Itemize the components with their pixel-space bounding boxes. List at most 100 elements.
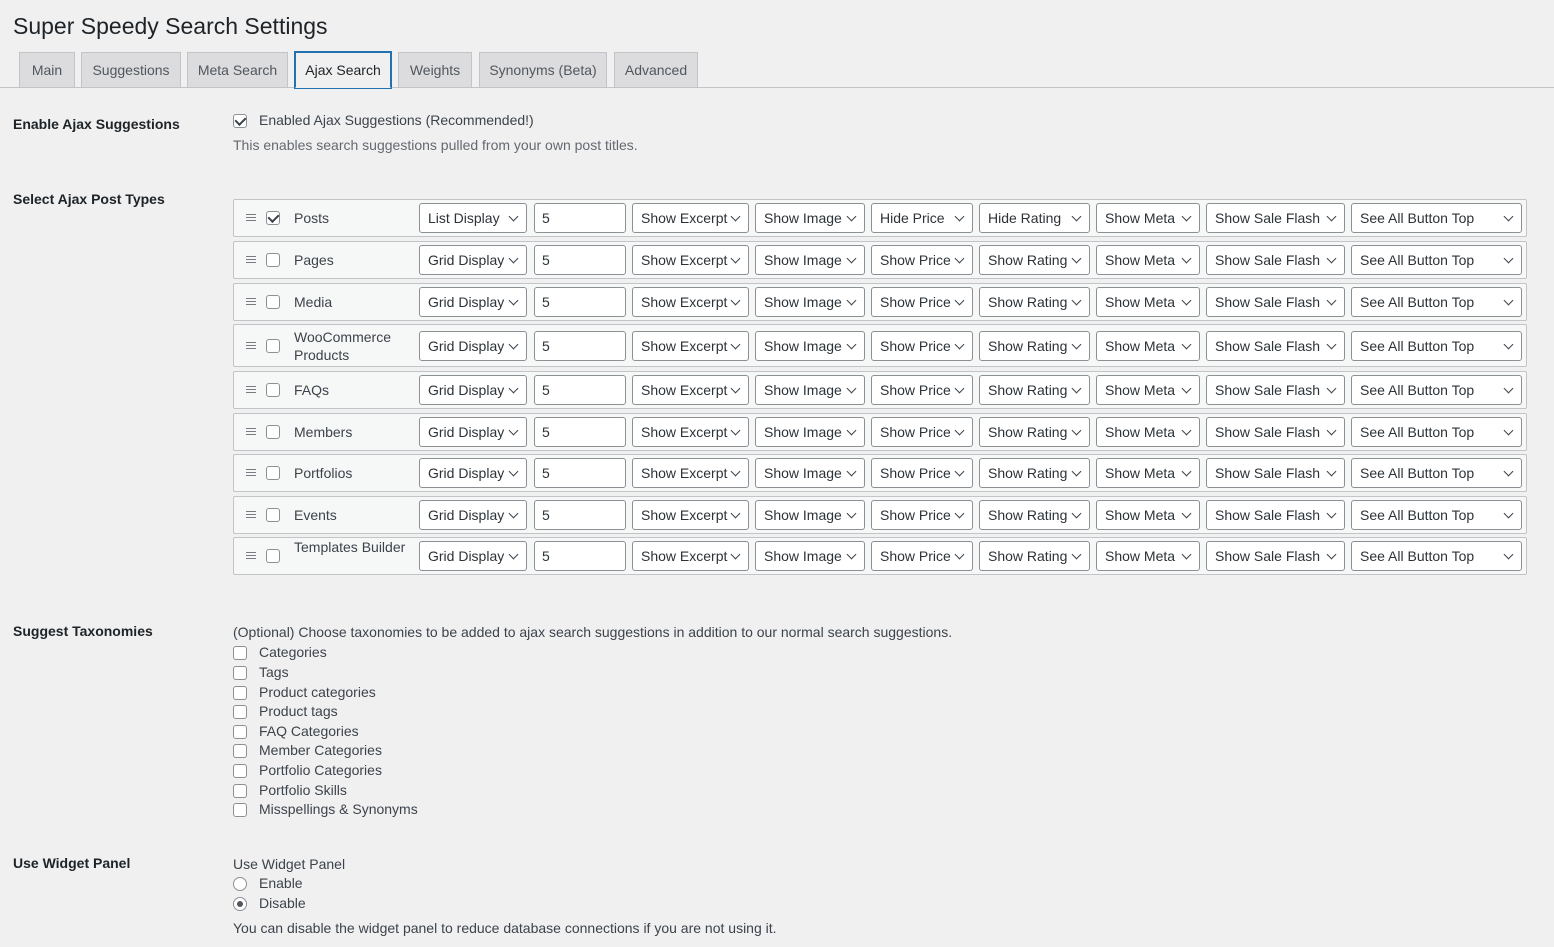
count-input[interactable]: 5 bbox=[534, 458, 626, 488]
post-type-checkbox[interactable] bbox=[266, 338, 280, 353]
widget-panel-enable-option[interactable]: Enable bbox=[233, 875, 303, 892]
sale-flash-select[interactable]: Show Sale Flash bbox=[1206, 330, 1345, 361]
taxonomy-option[interactable]: Product tags bbox=[233, 703, 338, 720]
rating-select[interactable]: Show Rating bbox=[979, 541, 1090, 571]
display-select[interactable]: List Display bbox=[419, 203, 527, 233]
enable-ajax-checkbox[interactable] bbox=[233, 114, 247, 129]
image-select[interactable]: Show Image bbox=[755, 458, 865, 488]
sale-flash-select[interactable]: Show Sale Flash bbox=[1206, 203, 1345, 233]
price-select[interactable]: Show Price bbox=[871, 330, 973, 361]
post-type-checkbox[interactable] bbox=[266, 211, 280, 225]
taxonomy-option[interactable]: Categories bbox=[233, 644, 327, 661]
drag-handle-icon[interactable] bbox=[246, 469, 256, 477]
rating-select[interactable]: Show Rating bbox=[979, 375, 1090, 405]
see-all-select[interactable]: See All Button Top bbox=[1351, 417, 1522, 447]
tab-meta-search[interactable]: Meta Search bbox=[187, 52, 288, 87]
tab-main[interactable]: Main bbox=[19, 52, 75, 87]
count-input[interactable]: 5 bbox=[534, 203, 626, 233]
widget-panel-enable-radio[interactable] bbox=[233, 877, 247, 892]
taxonomy-option[interactable]: Product categories bbox=[233, 684, 376, 701]
see-all-select[interactable]: See All Button Top bbox=[1351, 458, 1522, 488]
display-select[interactable]: Grid Display bbox=[419, 287, 527, 317]
rating-select[interactable]: Show Rating bbox=[979, 458, 1090, 488]
count-input[interactable]: 5 bbox=[534, 417, 626, 447]
sale-flash-select[interactable]: Show Sale Flash bbox=[1206, 541, 1345, 571]
rating-select[interactable]: Show Rating bbox=[979, 287, 1090, 317]
meta-select[interactable]: Show Meta bbox=[1096, 417, 1200, 447]
count-input[interactable]: 5 bbox=[534, 375, 626, 405]
post-type-checkbox[interactable] bbox=[266, 425, 280, 439]
price-select[interactable]: Show Price bbox=[871, 500, 973, 530]
drag-handle-icon[interactable] bbox=[246, 256, 256, 264]
count-input[interactable]: 5 bbox=[534, 330, 626, 361]
meta-select[interactable]: Show Meta bbox=[1096, 245, 1200, 275]
taxonomy-option[interactable]: FAQ Categories bbox=[233, 723, 359, 740]
post-type-checkbox[interactable] bbox=[266, 253, 280, 267]
display-select[interactable]: Grid Display bbox=[419, 245, 527, 275]
taxonomy-checkbox[interactable] bbox=[233, 764, 247, 779]
see-all-select[interactable]: See All Button Top bbox=[1351, 541, 1522, 571]
image-select[interactable]: Show Image bbox=[755, 375, 865, 405]
tab-synonyms[interactable]: Synonyms (Beta) bbox=[479, 52, 607, 87]
post-type-checkbox[interactable] bbox=[266, 508, 280, 522]
tab-ajax-search[interactable]: Ajax Search bbox=[295, 52, 391, 88]
taxonomy-checkbox[interactable] bbox=[233, 803, 247, 818]
enable-ajax-option[interactable]: Enabled Ajax Suggestions (Recommended!) bbox=[233, 112, 534, 129]
sale-flash-select[interactable]: Show Sale Flash bbox=[1206, 458, 1345, 488]
taxonomy-checkbox[interactable] bbox=[233, 646, 247, 661]
image-select[interactable]: Show Image bbox=[755, 245, 865, 275]
see-all-select[interactable]: See All Button Top bbox=[1351, 500, 1522, 530]
sale-flash-select[interactable]: Show Sale Flash bbox=[1206, 245, 1345, 275]
see-all-select[interactable]: See All Button Top bbox=[1351, 375, 1522, 405]
meta-select[interactable]: Show Meta bbox=[1096, 458, 1200, 488]
taxonomy-checkbox[interactable] bbox=[233, 666, 247, 681]
excerpt-select[interactable]: Show Excerpt bbox=[632, 203, 749, 233]
sale-flash-select[interactable]: Show Sale Flash bbox=[1206, 417, 1345, 447]
count-input[interactable]: 5 bbox=[534, 245, 626, 275]
rating-select[interactable]: Show Rating bbox=[979, 500, 1090, 530]
excerpt-select[interactable]: Show Excerpt bbox=[632, 541, 749, 571]
price-select[interactable]: Show Price bbox=[871, 541, 973, 571]
count-input[interactable]: 5 bbox=[534, 287, 626, 317]
image-select[interactable]: Show Image bbox=[755, 541, 865, 571]
display-select[interactable]: Grid Display bbox=[419, 375, 527, 405]
image-select[interactable]: Show Image bbox=[755, 500, 865, 530]
taxonomy-option[interactable]: Member Categories bbox=[233, 742, 382, 759]
meta-select[interactable]: Show Meta bbox=[1096, 330, 1200, 361]
display-select[interactable]: Grid Display bbox=[419, 330, 527, 361]
display-select[interactable]: Grid Display bbox=[419, 458, 527, 488]
widget-panel-disable-option[interactable]: Disable bbox=[233, 895, 306, 912]
sale-flash-select[interactable]: Show Sale Flash bbox=[1206, 375, 1345, 405]
drag-handle-icon[interactable] bbox=[246, 428, 256, 436]
price-select[interactable]: Show Price bbox=[871, 375, 973, 405]
see-all-select[interactable]: See All Button Top bbox=[1351, 287, 1522, 317]
taxonomy-checkbox[interactable] bbox=[233, 705, 247, 720]
excerpt-select[interactable]: Show Excerpt bbox=[632, 287, 749, 317]
price-select[interactable]: Show Price bbox=[871, 458, 973, 488]
rating-select[interactable]: Show Rating bbox=[979, 330, 1090, 361]
drag-handle-icon[interactable] bbox=[246, 552, 256, 560]
rating-select[interactable]: Show Rating bbox=[979, 417, 1090, 447]
drag-handle-icon[interactable] bbox=[246, 214, 256, 222]
excerpt-select[interactable]: Show Excerpt bbox=[632, 375, 749, 405]
image-select[interactable]: Show Image bbox=[755, 287, 865, 317]
taxonomy-checkbox[interactable] bbox=[233, 686, 247, 701]
display-select[interactable]: Grid Display bbox=[419, 500, 527, 530]
drag-handle-icon[interactable] bbox=[246, 298, 256, 306]
meta-select[interactable]: Show Meta bbox=[1096, 500, 1200, 530]
excerpt-select[interactable]: Show Excerpt bbox=[632, 330, 749, 361]
tab-advanced[interactable]: Advanced bbox=[614, 52, 698, 87]
taxonomy-checkbox[interactable] bbox=[233, 744, 247, 759]
drag-handle-icon[interactable] bbox=[246, 386, 256, 394]
excerpt-select[interactable]: Show Excerpt bbox=[632, 500, 749, 530]
see-all-select[interactable]: See All Button Top bbox=[1351, 203, 1522, 233]
sale-flash-select[interactable]: Show Sale Flash bbox=[1206, 287, 1345, 317]
widget-panel-disable-radio[interactable] bbox=[233, 897, 247, 912]
excerpt-select[interactable]: Show Excerpt bbox=[632, 458, 749, 488]
excerpt-select[interactable]: Show Excerpt bbox=[632, 417, 749, 447]
price-select[interactable]: Show Price bbox=[871, 287, 973, 317]
post-type-checkbox[interactable] bbox=[266, 549, 280, 563]
post-type-checkbox[interactable] bbox=[266, 466, 280, 480]
price-select[interactable]: Hide Price bbox=[871, 203, 973, 233]
taxonomy-checkbox[interactable] bbox=[233, 725, 247, 740]
